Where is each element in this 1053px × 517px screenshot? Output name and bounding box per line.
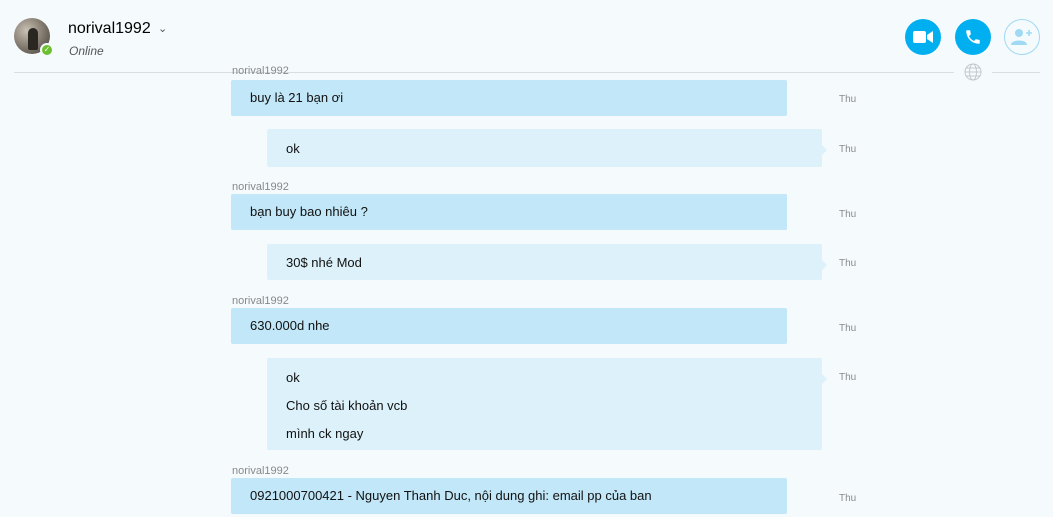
add-people-button[interactable] [1004,19,1040,55]
message-sender: norival1992 [232,181,289,193]
presence-online-icon: ✓ [40,43,54,57]
message-bubble[interactable]: 30$ nhé Mod [267,244,827,280]
message-time: Thu [839,372,857,383]
message-text: 630.000d nhe [250,318,330,333]
globe-icon[interactable] [954,61,992,83]
add-people-icon [1011,29,1032,45]
audio-call-icon [966,30,980,44]
message-bubble[interactable]: 0921000700421 - Nguyen Thanh Duc, nội du… [231,478,787,514]
message-sender: norival1992 [232,65,289,77]
message-sender: norival1992 [232,465,289,477]
message-time: Thu [839,209,857,220]
message-bubble[interactable]: ok [267,129,827,167]
contact-name[interactable]: norival1992 [68,20,151,38]
message-time: Thu [839,94,857,105]
message-time: Thu [839,323,857,334]
message-time: Thu [839,144,857,155]
message-bubble[interactable]: bạn buy bao nhiêu ? [231,194,787,230]
message-text: mình ck ngay [286,426,364,441]
header-divider [14,72,1040,73]
message-sender: norival1992 [232,295,289,307]
message-text: 30$ nhé Mod [286,255,362,270]
video-call-icon [913,31,933,43]
message-text: buy là 21 bạn ơi [250,90,344,105]
message-text: 0921000700421 - Nguyen Thanh Duc, nội du… [250,488,652,503]
message-text: bạn buy bao nhiêu ? [250,204,368,219]
message-text: ok [286,370,300,385]
video-call-button[interactable] [905,19,941,55]
message-text: Cho số tài khoản vcb [286,398,408,413]
message-bubble[interactable]: buy là 21 bạn ơi [231,80,787,116]
chat-header: ✓ norival1992 ⌄ Online [0,0,1053,72]
message-bubble[interactable]: 630.000d nhe [231,308,787,344]
message-time: Thu [839,493,857,504]
message-bubble[interactable]: ok Cho số tài khoản vcb mình ck ngay [267,358,827,450]
message-time: Thu [839,258,857,269]
message-text: ok [286,141,300,156]
contact-status: Online [69,44,104,58]
audio-call-button[interactable] [955,19,991,55]
chevron-down-icon[interactable]: ⌄ [158,22,167,35]
